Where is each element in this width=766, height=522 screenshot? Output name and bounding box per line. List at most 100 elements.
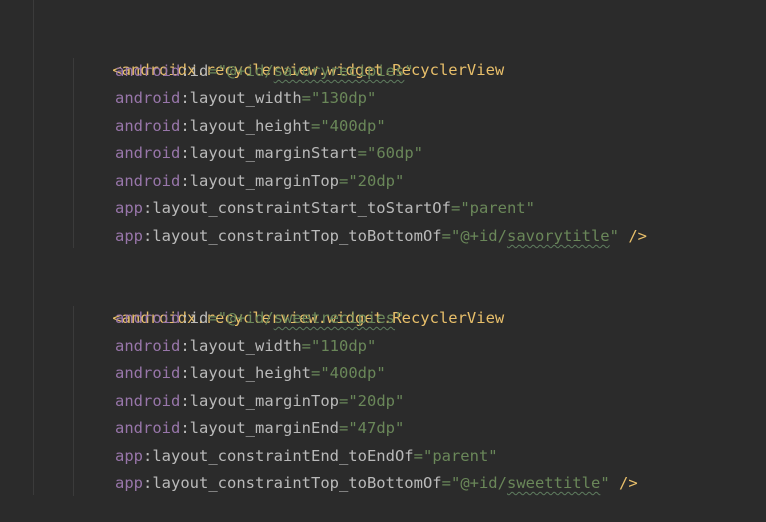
colon: : xyxy=(180,62,190,80)
code-line[interactable]: android:layout_width="130dp" xyxy=(115,85,376,112)
xml-tag-close: /> xyxy=(618,227,647,245)
attr-value: "@+id/ xyxy=(450,474,507,492)
code-line[interactable]: android:layout_height="400dp" xyxy=(115,360,386,387)
code-line[interactable]: app:layout_constraintEnd_toEndOf="parent… xyxy=(115,443,498,470)
attr-name: layout_marginStart xyxy=(189,144,358,162)
code-line[interactable]: <androidx.recyclerview.widget.RecyclerVi… xyxy=(75,30,504,79)
attr-value: "20dp" xyxy=(348,172,405,190)
attr-value-end: " xyxy=(609,227,619,245)
attr-name: id xyxy=(189,309,209,327)
id-reference[interactable]: savorytitle xyxy=(507,227,610,245)
attr-value: "parent" xyxy=(460,199,535,217)
code-line[interactable]: android:id="@+id/savoryrecipies" xyxy=(115,58,414,85)
code-line[interactable]: app:layout_constraintTop_toBottomOf="@+i… xyxy=(115,223,647,250)
attr-name: layout_height xyxy=(189,117,311,135)
attr-value-end: " xyxy=(404,62,414,80)
colon: : xyxy=(143,474,153,492)
attr-name: layout_constraintTop_toBottomOf xyxy=(152,474,442,492)
colon: : xyxy=(180,419,190,437)
attr-namespace: android xyxy=(115,62,181,80)
equals: = xyxy=(338,172,349,190)
id-reference[interactable]: sweettitle xyxy=(507,474,600,492)
attr-name: layout_height xyxy=(189,364,311,382)
attr-namespace: android xyxy=(115,392,181,410)
colon: : xyxy=(180,392,190,410)
attr-value: "110dp" xyxy=(311,337,377,355)
attr-name: layout_constraintTop_toBottomOf xyxy=(152,227,442,245)
attr-name: layout_width xyxy=(189,89,302,107)
code-line[interactable]: android:layout_height="400dp" xyxy=(115,113,386,140)
attr-namespace: android xyxy=(115,144,181,162)
colon: : xyxy=(180,144,190,162)
attr-value: "130dp" xyxy=(311,89,377,107)
attr-name: layout_marginTop xyxy=(189,392,339,410)
equals: = xyxy=(301,89,311,107)
attr-namespace: android xyxy=(115,117,181,135)
attr-namespace: app xyxy=(115,199,143,217)
code-line[interactable]: android:id="@+id/sweetrecipies" xyxy=(115,305,404,332)
code-line[interactable]: app:layout_constraintTop_toBottomOf="@+i… xyxy=(115,470,638,497)
attr-value: "20dp" xyxy=(348,392,405,410)
code-line[interactable]: android:layout_marginStart="60dp" xyxy=(115,140,423,167)
code-line[interactable]: <androidx.recyclerview.widget.RecyclerVi… xyxy=(75,278,504,327)
attr-namespace: android xyxy=(115,172,181,190)
attr-value: "@+id/ xyxy=(217,309,274,327)
attr-namespace: android xyxy=(115,89,181,107)
id-reference[interactable]: sweetrecipies xyxy=(274,309,395,327)
colon: : xyxy=(143,447,153,465)
attr-value: "parent" xyxy=(422,447,498,465)
colon: : xyxy=(180,337,190,355)
attr-namespace: android xyxy=(115,419,181,437)
xml-tag-close: /> xyxy=(609,474,638,492)
equals: = xyxy=(338,419,349,437)
colon: : xyxy=(143,199,153,217)
attr-value-end: " xyxy=(600,474,610,492)
colon: : xyxy=(143,227,153,245)
colon: : xyxy=(180,89,190,107)
equals: = xyxy=(208,62,218,80)
attr-namespace: android xyxy=(115,337,181,355)
colon: : xyxy=(180,172,190,190)
indent-guide xyxy=(73,58,74,248)
attr-name: layout_constraintStart_toStartOf xyxy=(152,199,451,217)
code-line[interactable]: android:layout_marginEnd="47dp" xyxy=(115,415,404,442)
attr-name: id xyxy=(189,62,209,80)
attr-value-end: " xyxy=(395,309,405,327)
attr-name: layout_marginTop xyxy=(189,172,339,190)
equals: = xyxy=(311,117,321,135)
attr-namespace: android xyxy=(115,309,181,327)
attr-value: "@+id/ xyxy=(450,227,507,245)
equals: = xyxy=(450,199,461,217)
indent-guide xyxy=(33,0,34,495)
equals: = xyxy=(338,392,349,410)
equals: = xyxy=(357,144,367,162)
attr-name: layout_marginEnd xyxy=(189,419,339,437)
equals: = xyxy=(413,447,423,465)
id-reference[interactable]: savoryrecipies xyxy=(274,62,405,80)
code-line[interactable]: android:layout_width="110dp" xyxy=(115,333,376,360)
attr-name: layout_width xyxy=(189,337,302,355)
indent-guide xyxy=(73,306,74,496)
equals: = xyxy=(311,364,321,382)
attr-namespace: android xyxy=(115,364,181,382)
attr-namespace: app xyxy=(115,227,143,245)
code-line[interactable]: android:layout_marginTop="20dp" xyxy=(115,388,404,415)
attr-value: "400dp" xyxy=(320,117,386,135)
attr-value: "47dp" xyxy=(348,419,405,437)
code-editor[interactable]: <androidx.recyclerview.widget.RecyclerVi… xyxy=(0,0,766,522)
equals: = xyxy=(301,337,311,355)
attr-value: "@+id/ xyxy=(217,62,274,80)
attr-value: "400dp" xyxy=(320,364,386,382)
equals: = xyxy=(208,309,218,327)
attr-value: "60dp" xyxy=(367,144,423,162)
equals: = xyxy=(441,227,451,245)
code-line[interactable]: android:layout_marginTop="20dp" xyxy=(115,168,404,195)
attr-namespace: app xyxy=(115,447,143,465)
colon: : xyxy=(180,309,190,327)
colon: : xyxy=(180,117,190,135)
attr-name: layout_constraintEnd_toEndOf xyxy=(152,447,414,465)
equals: = xyxy=(441,474,451,492)
colon: : xyxy=(180,364,190,382)
attr-namespace: app xyxy=(115,474,143,492)
code-line[interactable]: app:layout_constraintStart_toStartOf="pa… xyxy=(115,195,535,222)
